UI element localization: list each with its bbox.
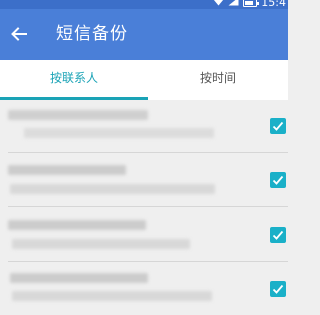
list-item[interactable] [0,208,288,262]
divider [8,206,288,207]
message-preview-redacted [12,239,190,249]
back-button[interactable] [8,23,30,45]
check-icon [272,175,284,185]
item-checkbox[interactable] [270,172,286,188]
divider [8,261,288,262]
status-bar: 15:4 [0,0,288,9]
tab-by-time[interactable]: 按时间 [148,60,288,100]
signal-icon [228,0,239,8]
item-checkbox[interactable] [270,281,286,297]
list-item[interactable] [0,100,288,153]
item-checkbox[interactable] [270,227,286,243]
message-preview-redacted [10,184,215,194]
app-bar: 短信备份 [0,9,288,60]
check-icon [272,121,284,131]
page-title: 短信备份 [56,24,128,44]
battery-icon [243,0,260,7]
item-checkbox[interactable] [270,118,286,134]
list-item[interactable] [0,263,288,315]
arrow-left-icon [11,27,27,41]
check-icon [272,284,284,294]
tab-bar: 按联系人 按时间 [0,60,288,100]
contact-name-redacted [8,110,148,120]
message-preview-redacted [24,128,214,138]
message-preview-redacted [12,291,212,301]
tab-by-contact[interactable]: 按联系人 [0,60,148,100]
contact-name-redacted [8,165,126,175]
status-icons: 15:4 [213,0,286,9]
check-icon [272,230,284,240]
status-time: 15:4 [261,0,286,9]
contact-name-redacted [8,220,146,230]
list-item[interactable] [0,153,288,207]
wifi-icon [213,0,224,8]
contact-name-redacted [10,273,148,283]
